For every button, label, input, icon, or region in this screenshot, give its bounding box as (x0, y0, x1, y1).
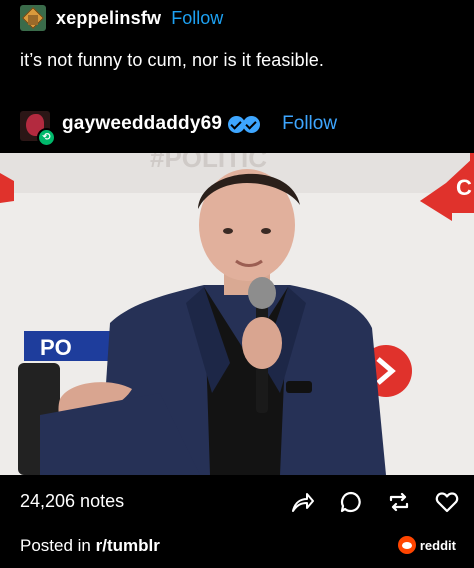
reblog-username[interactable]: gayweeddaddy69 (62, 113, 222, 135)
share-icon[interactable] (290, 488, 316, 516)
reblog-avatar[interactable]: ⟲ (20, 111, 56, 147)
subreddit-link[interactable]: r/tumblr (96, 536, 160, 555)
reddit-brand: reddit (419, 537, 456, 553)
follow-reblogger-button[interactable]: Follow (282, 113, 337, 135)
verified-badge-icon (228, 115, 261, 133)
svg-text:C: C (456, 175, 472, 200)
post-image[interactable]: #POLITIC C PO (0, 153, 474, 475)
post-text: it’s not funny to cum, nor is it feasibl… (20, 50, 325, 70)
post-header: xeppelinsfw Follow (0, 3, 474, 33)
posted-in-subreddit: Posted in r/tumblr (20, 536, 160, 556)
notes-count[interactable]: 24,206 notes (20, 491, 124, 512)
heart-icon[interactable] (434, 488, 460, 516)
reddit-watermark: reddit (397, 536, 456, 554)
reblog-icon[interactable] (386, 488, 412, 516)
author-username[interactable]: xeppelinsfw (56, 8, 161, 29)
reblog-header: ⟲ gayweeddaddy69 Follow (0, 107, 474, 147)
svg-text:PO: PO (40, 335, 72, 360)
posted-prefix: Posted in (20, 536, 96, 555)
reply-icon[interactable] (338, 488, 364, 516)
post-actions (290, 488, 460, 516)
reddit-logo-icon (397, 536, 416, 554)
reblog-badge-icon: ⟲ (37, 128, 56, 147)
photo-illustration: #POLITIC C PO (0, 153, 474, 475)
author-avatar[interactable] (20, 5, 46, 31)
tumblr-post: xeppelinsfw Follow it’s not funny to cum… (0, 0, 474, 568)
follow-author-button[interactable]: Follow (171, 8, 223, 29)
